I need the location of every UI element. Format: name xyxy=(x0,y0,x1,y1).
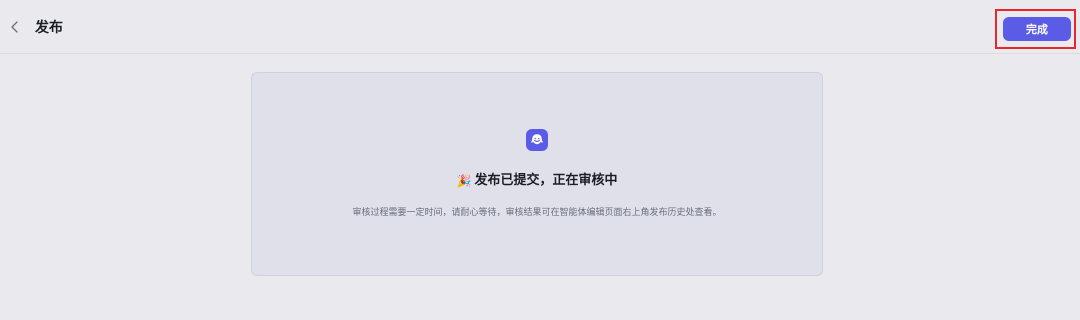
publish-status-card: 🎉 发布已提交，正在审核中 审核过程需要一定时间，请耐心等待，审核结果可在智能体编… xyxy=(251,72,823,276)
status-title: 🎉 发布已提交，正在审核中 xyxy=(252,172,822,190)
done-button[interactable]: 完成 xyxy=(1003,17,1071,41)
publish-page: 发布 完成 🎉 发布已提交，正在审核中 审核过程需要一定时间，请耐心等待，审核结果… xyxy=(0,0,1080,320)
page-title: 发布 xyxy=(35,20,63,36)
back-button[interactable] xyxy=(6,17,24,37)
page-header: 发布 完成 xyxy=(0,0,1080,54)
bot-logo-icon xyxy=(526,129,548,151)
status-description: 审核过程需要一定时间，请耐心等待，审核结果可在智能体编辑页面右上角发布历史处查看… xyxy=(352,208,722,218)
party-popper-icon: 🎉 xyxy=(456,174,472,188)
chevron-left-icon xyxy=(11,21,18,33)
status-title-text: 发布已提交，正在审核中 xyxy=(474,173,618,188)
